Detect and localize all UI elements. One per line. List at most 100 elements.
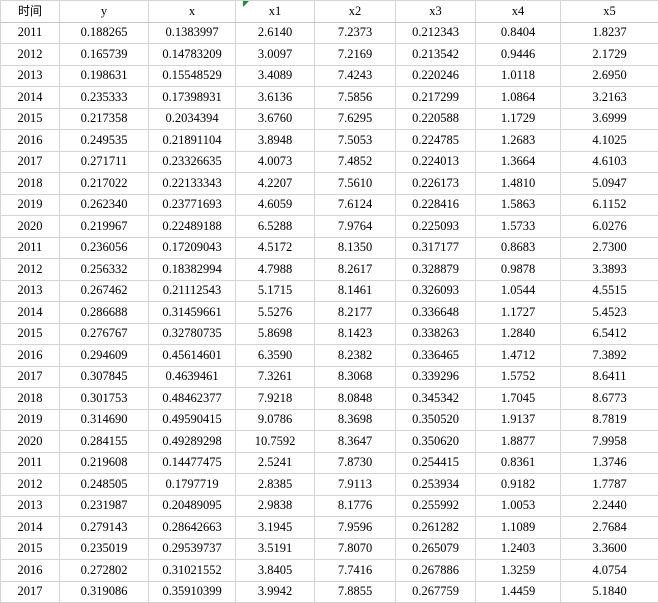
cell-x[interactable]: 0.14477475 <box>149 452 236 474</box>
cell-y[interactable]: 0.236056 <box>60 237 149 259</box>
cell-x2[interactable]: 7.8855 <box>315 581 396 603</box>
cell-y[interactable]: 0.219967 <box>60 216 149 238</box>
cell-time[interactable]: 2016 <box>1 345 60 367</box>
cell-x2[interactable]: 8.1350 <box>315 237 396 259</box>
cell-x1[interactable]: 3.4089 <box>236 65 315 87</box>
cell-x2[interactable]: 7.8070 <box>315 538 396 560</box>
cell-x3[interactable]: 0.213542 <box>396 44 476 66</box>
cell-x3[interactable]: 0.224013 <box>396 151 476 173</box>
cell-time[interactable]: 2013 <box>1 65 60 87</box>
cell-time[interactable]: 2017 <box>1 151 60 173</box>
cell-x1[interactable]: 3.0097 <box>236 44 315 66</box>
cell-x3[interactable]: 0.265079 <box>396 538 476 560</box>
cell-y[interactable]: 0.249535 <box>60 130 149 152</box>
cell-x2[interactable]: 7.2169 <box>315 44 396 66</box>
cell-x1[interactable]: 7.3261 <box>236 366 315 388</box>
cell-x[interactable]: 0.4639461 <box>149 366 236 388</box>
cell-y[interactable]: 0.307845 <box>60 366 149 388</box>
cell-x4[interactable]: 1.5752 <box>476 366 561 388</box>
cell-x4[interactable]: 1.7045 <box>476 388 561 410</box>
cell-x1[interactable]: 4.5172 <box>236 237 315 259</box>
cell-y[interactable]: 0.219608 <box>60 452 149 474</box>
cell-x2[interactable]: 8.1423 <box>315 323 396 345</box>
cell-x2[interactable]: 8.0848 <box>315 388 396 410</box>
cell-y[interactable]: 0.235019 <box>60 538 149 560</box>
cell-x1[interactable]: 3.6136 <box>236 87 315 109</box>
cell-x5[interactable]: 6.0276 <box>561 216 658 238</box>
cell-x4[interactable]: 1.1729 <box>476 108 561 130</box>
cell-x[interactable]: 0.1383997 <box>149 22 236 44</box>
cell-x5[interactable]: 6.5412 <box>561 323 658 345</box>
cell-x5[interactable]: 4.6103 <box>561 151 658 173</box>
cell-x[interactable]: 0.21112543 <box>149 280 236 302</box>
cell-x5[interactable]: 1.8237 <box>561 22 658 44</box>
cell-time[interactable]: 2012 <box>1 474 60 496</box>
cell-x5[interactable]: 8.6411 <box>561 366 658 388</box>
cell-y[interactable]: 0.248505 <box>60 474 149 496</box>
cell-x1[interactable]: 4.0073 <box>236 151 315 173</box>
cell-x1[interactable]: 4.7988 <box>236 259 315 281</box>
cell-x2[interactable]: 7.7416 <box>315 560 396 582</box>
cell-x4[interactable]: 1.3664 <box>476 151 561 173</box>
cell-x4[interactable]: 0.8683 <box>476 237 561 259</box>
cell-x4[interactable]: 0.8404 <box>476 22 561 44</box>
cell-x4[interactable]: 1.2403 <box>476 538 561 560</box>
cell-x3[interactable]: 0.226173 <box>396 173 476 195</box>
cell-y[interactable]: 0.231987 <box>60 495 149 517</box>
cell-x2[interactable]: 7.6124 <box>315 194 396 216</box>
cell-x[interactable]: 0.1797719 <box>149 474 236 496</box>
cell-x3[interactable]: 0.254415 <box>396 452 476 474</box>
cell-x2[interactable]: 7.2373 <box>315 22 396 44</box>
cell-x[interactable]: 0.31459661 <box>149 302 236 324</box>
cell-x2[interactable]: 8.2177 <box>315 302 396 324</box>
cell-x[interactable]: 0.31021552 <box>149 560 236 582</box>
cell-x3[interactable]: 0.212343 <box>396 22 476 44</box>
cell-x5[interactable]: 5.0947 <box>561 173 658 195</box>
cell-time[interactable]: 2017 <box>1 366 60 388</box>
cell-x2[interactable]: 8.1461 <box>315 280 396 302</box>
cell-x5[interactable]: 6.1152 <box>561 194 658 216</box>
cell-y[interactable]: 0.271711 <box>60 151 149 173</box>
cell-y[interactable]: 0.276767 <box>60 323 149 345</box>
cell-x3[interactable]: 0.220588 <box>396 108 476 130</box>
cell-y[interactable]: 0.217358 <box>60 108 149 130</box>
cell-x2[interactable]: 7.8730 <box>315 452 396 474</box>
cell-x5[interactable]: 2.7300 <box>561 237 658 259</box>
cell-x3[interactable]: 0.326093 <box>396 280 476 302</box>
cell-x4[interactable]: 1.2840 <box>476 323 561 345</box>
cell-x3[interactable]: 0.267759 <box>396 581 476 603</box>
cell-time[interactable]: 2013 <box>1 280 60 302</box>
cell-time[interactable]: 2014 <box>1 302 60 324</box>
cell-x1[interactable]: 3.9942 <box>236 581 315 603</box>
cell-y[interactable]: 0.301753 <box>60 388 149 410</box>
cell-x5[interactable]: 4.5515 <box>561 280 658 302</box>
cell-x[interactable]: 0.17398931 <box>149 87 236 109</box>
cell-x[interactable]: 0.17209043 <box>149 237 236 259</box>
cell-x3[interactable]: 0.336465 <box>396 345 476 367</box>
cell-x1[interactable]: 3.1945 <box>236 517 315 539</box>
cell-y[interactable]: 0.286688 <box>60 302 149 324</box>
cell-x4[interactable]: 1.8877 <box>476 431 561 453</box>
cell-x[interactable]: 0.2034394 <box>149 108 236 130</box>
cell-y[interactable]: 0.256332 <box>60 259 149 281</box>
cell-x3[interactable]: 0.328879 <box>396 259 476 281</box>
cell-x1[interactable]: 6.5288 <box>236 216 315 238</box>
cell-x4[interactable]: 1.4712 <box>476 345 561 367</box>
cell-x1[interactable]: 5.8698 <box>236 323 315 345</box>
cell-y[interactable]: 0.235333 <box>60 87 149 109</box>
cell-x[interactable]: 0.21891104 <box>149 130 236 152</box>
cell-x4[interactable]: 0.9878 <box>476 259 561 281</box>
cell-x3[interactable]: 0.345342 <box>396 388 476 410</box>
cell-x3[interactable]: 0.224785 <box>396 130 476 152</box>
cell-x5[interactable]: 7.3892 <box>561 345 658 367</box>
cell-time[interactable]: 2017 <box>1 581 60 603</box>
cell-x[interactable]: 0.49590415 <box>149 409 236 431</box>
cell-x5[interactable]: 1.7787 <box>561 474 658 496</box>
cell-y[interactable]: 0.217022 <box>60 173 149 195</box>
cell-x[interactable]: 0.23771693 <box>149 194 236 216</box>
cell-time[interactable]: 2019 <box>1 194 60 216</box>
cell-time[interactable]: 2012 <box>1 259 60 281</box>
cell-x2[interactable]: 8.2617 <box>315 259 396 281</box>
cell-x[interactable]: 0.14783209 <box>149 44 236 66</box>
cell-x1[interactable]: 3.6760 <box>236 108 315 130</box>
